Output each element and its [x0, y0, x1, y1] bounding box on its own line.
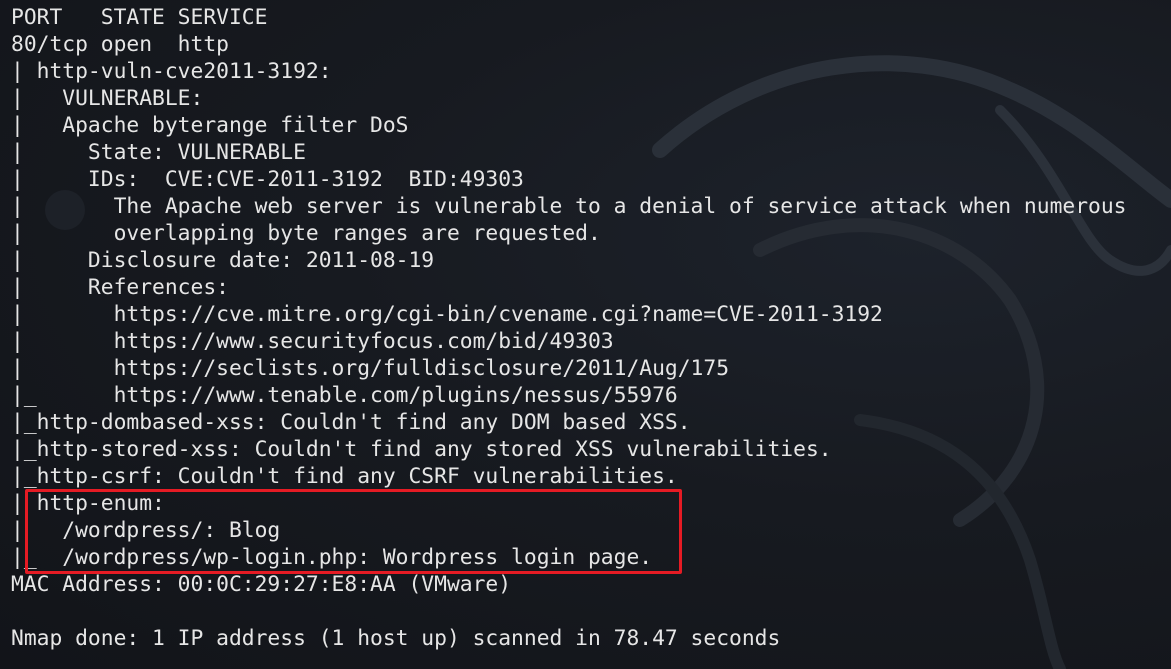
http-enum-highlight-box — [25, 489, 682, 574]
terminal-window[interactable]: PORT STATE SERVICE 80/tcp open http | http… — [0, 0, 1171, 669]
terminal-line: | Disclosure date: 2011-08-19 — [11, 248, 435, 273]
terminal-line: | https://www.securityfocus.com/bid/4930… — [11, 329, 614, 354]
terminal-line: |_http-csrf: Couldn't find any CSRF vuln… — [11, 464, 678, 489]
terminal-line: | overlapping byte ranges are requested. — [11, 221, 601, 246]
terminal-line: |_http-dombased-xss: Couldn't find any D… — [11, 410, 691, 435]
terminal-line: | IDs: CVE:CVE-2011-3192 BID:49303 — [11, 167, 524, 192]
terminal-line: | http-vuln-cve2011-3192: — [11, 59, 332, 84]
terminal-line: MAC Address: 00:0C:29:27:E8:AA (VMware) — [11, 572, 512, 597]
terminal-line: | https://seclists.org/fulldisclosure/20… — [11, 356, 730, 381]
terminal-line: | Apache byterange filter DoS — [11, 113, 409, 138]
terminal-line: Nmap done: 1 IP address (1 host up) scan… — [11, 626, 781, 651]
terminal-line: | The Apache web server is vulnerable to… — [11, 194, 1127, 219]
terminal-line: | https://cve.mitre.org/cgi-bin/cvename.… — [11, 302, 883, 327]
terminal-line: |_http-stored-xss: Couldn't find any sto… — [11, 437, 832, 462]
terminal-line: | VULNERABLE: — [11, 86, 204, 111]
terminal-line: | References: — [11, 275, 229, 300]
terminal-line: |_ https://www.tenable.com/plugins/nessu… — [11, 383, 678, 408]
terminal-line: PORT STATE SERVICE — [11, 5, 268, 30]
terminal-line: | State: VULNERABLE — [11, 140, 306, 165]
terminal-line: 80/tcp open http — [11, 32, 229, 57]
